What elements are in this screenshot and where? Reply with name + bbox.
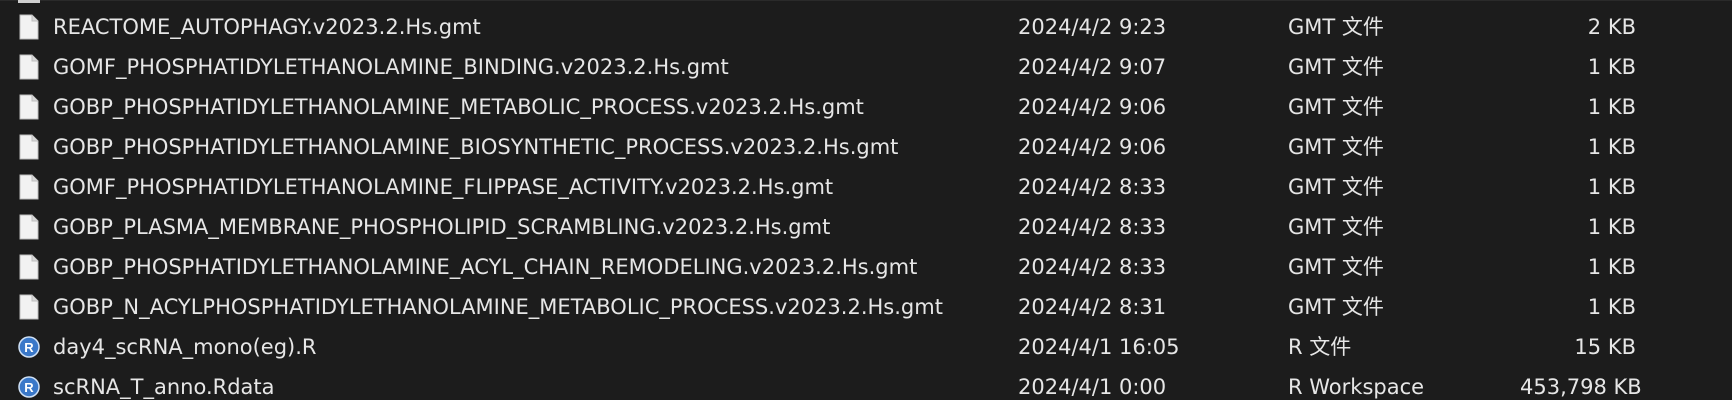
file-name: GOBP_PHOSPHATIDYLETHANOLAMINE_BIOSYNTHET…: [53, 135, 899, 159]
file-name: day4_scRNA_mono(eg).R: [53, 335, 317, 359]
document-icon: [18, 174, 40, 200]
document-icon: [18, 214, 40, 240]
file-name: GOMF_PHOSPHATIDYLETHANOLAMINE_BINDING.v2…: [53, 55, 729, 79]
file-size: 453,798 KB: [1520, 375, 1642, 399]
file-size: 1 KB: [1587, 135, 1636, 159]
document-icon: [18, 54, 40, 80]
file-date-modified: 2024/4/2 9:23: [1018, 15, 1167, 39]
r-script-icon: R: [18, 334, 40, 360]
file-date-modified: 2024/4/2 8:33: [1018, 175, 1167, 199]
file-date-modified: 2024/4/1 16:05: [1018, 335, 1180, 359]
file-row[interactable]: GOBP_PHOSPHATIDYLETHANOLAMINE_ACYL_CHAIN…: [0, 247, 1732, 287]
document-icon: [18, 94, 40, 120]
file-date-modified: 2024/4/1 0:00: [1018, 375, 1167, 399]
file-size: 2 KB: [1587, 15, 1636, 39]
file-type: R 文件: [1288, 335, 1352, 359]
document-icon: [18, 134, 40, 160]
file-size: 1 KB: [1587, 175, 1636, 199]
file-size: 1 KB: [1587, 255, 1636, 279]
file-row[interactable]: GOBP_PHOSPHATIDYLETHANOLAMINE_METABOLIC_…: [0, 87, 1732, 127]
file-date-modified: 2024/4/2 9:06: [1018, 135, 1167, 159]
file-size: 1 KB: [1587, 55, 1636, 79]
file-type: GMT 文件: [1288, 55, 1384, 79]
file-date-modified: 2024/4/2 9:06: [1018, 95, 1167, 119]
file-name: GOBP_PHOSPHATIDYLETHANOLAMINE_METABOLIC_…: [53, 95, 864, 119]
file-name: GOBP_N_ACYLPHOSPHATIDYLETHANOLAMINE_META…: [53, 295, 943, 319]
svg-text:R: R: [24, 340, 34, 355]
file-name: GOMF_PHOSPHATIDYLETHANOLAMINE_FLIPPASE_A…: [53, 175, 834, 199]
file-type: GMT 文件: [1288, 175, 1384, 199]
file-row[interactable]: GOBP_PLASMA_MEMBRANE_PHOSPHOLIPID_SCRAMB…: [0, 207, 1732, 247]
file-type: GMT 文件: [1288, 215, 1384, 239]
partial-file-icon: [18, 0, 40, 3]
top-divider: [0, 0, 1732, 1]
file-row[interactable]: GOBP_PHOSPHATIDYLETHANOLAMINE_BIOSYNTHET…: [0, 127, 1732, 167]
file-type: GMT 文件: [1288, 15, 1384, 39]
file-date-modified: 2024/4/2 8:31: [1018, 295, 1167, 319]
file-row[interactable]: GOMF_PHOSPHATIDYLETHANOLAMINE_BINDING.v2…: [0, 47, 1732, 87]
file-type: GMT 文件: [1288, 95, 1384, 119]
document-icon: [18, 254, 40, 280]
file-row[interactable]: REACTOME_AUTOPHAGY.v2023.2.Hs.gmt 2024/4…: [0, 7, 1732, 47]
file-name: REACTOME_AUTOPHAGY.v2023.2.Hs.gmt: [53, 15, 481, 39]
file-name: GOBP_PLASMA_MEMBRANE_PHOSPHOLIPID_SCRAMB…: [53, 215, 831, 239]
svg-text:R: R: [24, 380, 34, 395]
file-row[interactable]: R scRNA_T_anno.Rdata 2024/4/1 0:00 R Wor…: [0, 367, 1732, 400]
file-list: REACTOME_AUTOPHAGY.v2023.2.Hs.gmt 2024/4…: [0, 0, 1732, 400]
document-icon: [18, 294, 40, 320]
file-size: 1 KB: [1587, 95, 1636, 119]
file-name: GOBP_PHOSPHATIDYLETHANOLAMINE_ACYL_CHAIN…: [53, 255, 918, 279]
file-row[interactable]: GOMF_PHOSPHATIDYLETHANOLAMINE_FLIPPASE_A…: [0, 167, 1732, 207]
file-type: GMT 文件: [1288, 135, 1384, 159]
file-size: 1 KB: [1587, 215, 1636, 239]
file-date-modified: 2024/4/2 8:33: [1018, 255, 1167, 279]
file-row[interactable]: GOBP_N_ACYLPHOSPHATIDYLETHANOLAMINE_META…: [0, 287, 1732, 327]
file-date-modified: 2024/4/2 9:07: [1018, 55, 1167, 79]
file-type: GMT 文件: [1288, 295, 1384, 319]
file-type: GMT 文件: [1288, 255, 1384, 279]
file-type: R Workspace: [1288, 375, 1425, 399]
file-size: 1 KB: [1587, 295, 1636, 319]
file-name: scRNA_T_anno.Rdata: [53, 375, 275, 399]
file-size: 15 KB: [1574, 335, 1636, 359]
file-date-modified: 2024/4/2 8:33: [1018, 215, 1167, 239]
file-row[interactable]: R day4_scRNA_mono(eg).R 2024/4/1 16:05 R…: [0, 327, 1732, 367]
r-workspace-icon: R: [18, 374, 40, 400]
document-icon: [18, 14, 40, 40]
